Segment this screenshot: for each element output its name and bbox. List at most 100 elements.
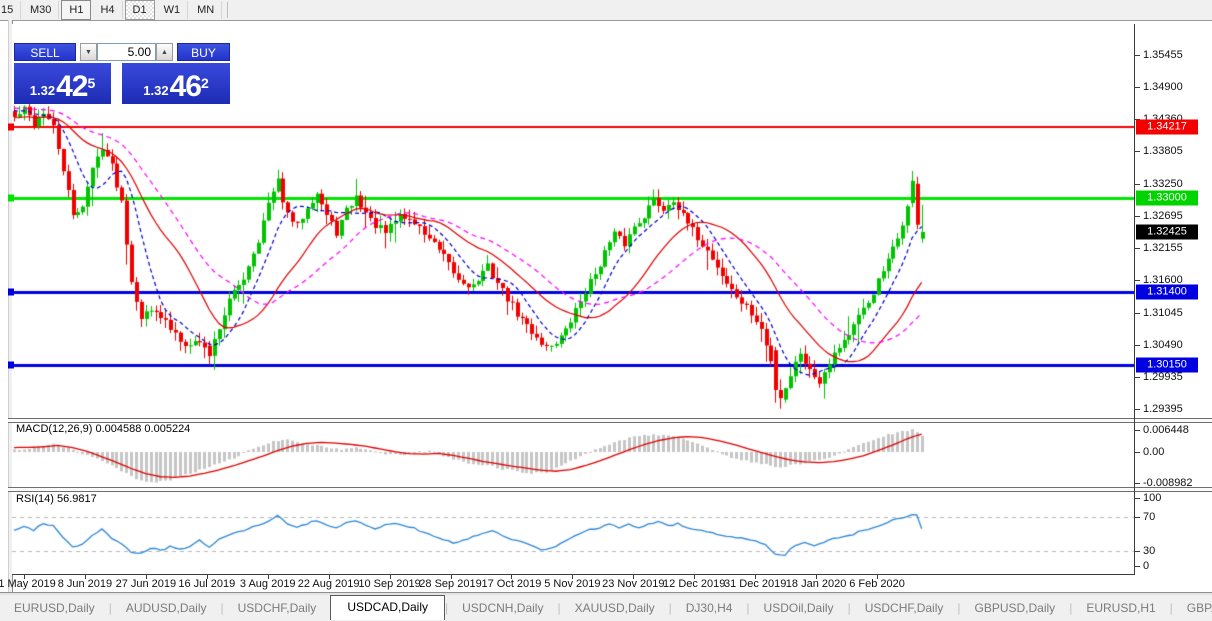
price-axis-tick xyxy=(1135,377,1140,378)
timeframe-button-mn[interactable]: MN xyxy=(190,1,222,19)
volume-decrease-icon[interactable]: ▼ xyxy=(80,43,97,61)
volume-increase-icon[interactable]: ▲ xyxy=(156,43,173,61)
sell-button[interactable]: SELL xyxy=(14,43,76,61)
price-axis-tick xyxy=(1135,151,1140,152)
time-axis-date: 23 Nov 2019 xyxy=(602,578,664,590)
macd-axis-tick xyxy=(1135,483,1140,484)
tab-eurusd-h1[interactable]: EURUSD,H1 xyxy=(1072,597,1169,619)
time-axis-date: 21 May 2019 xyxy=(0,578,56,590)
timeframe-toolbar: 15M30H1H4D1W1MN xyxy=(0,0,1212,21)
price-axis-tick xyxy=(1135,184,1140,185)
price-axis-tick xyxy=(1135,345,1140,346)
timeframe-button-m30[interactable]: M30 xyxy=(23,1,59,19)
price-axis-tick xyxy=(1135,216,1140,217)
time-axis-date: 12 Dec 2019 xyxy=(663,578,725,590)
buy-price-main: 46 xyxy=(170,73,201,101)
rsi-axis-value: 100 xyxy=(1143,492,1161,504)
price-flag: 1.30150 xyxy=(1136,357,1198,372)
volume-input[interactable]: 5.00 xyxy=(97,43,156,61)
sell-price-main: 42 xyxy=(56,73,87,101)
one-click-trade-panel: SELL ▼ 5.00 ▲ BUY 1.32425 1.32462 xyxy=(14,43,230,104)
tab-usdoil-daily[interactable]: USDOil,Daily xyxy=(750,597,848,619)
rsi-axis-tick xyxy=(1135,498,1140,499)
sell-price-prefix: 1.32 xyxy=(30,81,55,101)
price-axis-value: 1.35455 xyxy=(1143,49,1183,61)
price-axis-value: 1.32695 xyxy=(1143,210,1183,222)
price-axis-tick xyxy=(1135,55,1140,56)
sell-price-pip: 5 xyxy=(87,65,95,101)
timeframe-button-h4[interactable]: H4 xyxy=(93,1,122,19)
rsi-axis-tick xyxy=(1135,517,1140,518)
price-axis-tick xyxy=(1135,409,1140,410)
buy-price-prefix: 1.32 xyxy=(143,81,168,101)
price-axis-value: 1.29935 xyxy=(1143,371,1183,383)
hline-handle[interactable] xyxy=(8,195,14,202)
buy-price-pip: 2 xyxy=(201,65,209,101)
time-axis-date: 10 Sep 2019 xyxy=(358,578,420,590)
tab-usdcad-daily[interactable]: USDCAD,Daily xyxy=(330,595,445,620)
price-axis-value: 1.33805 xyxy=(1143,145,1183,157)
time-axis-date: 27 Jun 2019 xyxy=(116,578,177,590)
price-axis-tick xyxy=(1135,248,1140,249)
time-axis-date: 6 Feb 2020 xyxy=(849,578,905,590)
tab-eurusd-daily[interactable]: EURUSD,Daily xyxy=(0,597,109,619)
tab-usdchf-daily[interactable]: USDCHF,Daily xyxy=(224,597,331,619)
tab-gbpaud-h1[interactable]: GBPAUD,H1 xyxy=(1173,597,1212,619)
price-axis-border xyxy=(1134,24,1135,575)
macd-indicator-label: MACD(12,26,9) 0.004588 0.005224 xyxy=(16,423,190,435)
time-axis-date: 28 Sep 2019 xyxy=(419,578,481,590)
macd-axis-value: 0.00 xyxy=(1143,446,1164,458)
timeframe-button-w1[interactable]: W1 xyxy=(157,1,189,19)
tab-xauusd-daily[interactable]: XAUUSD,Daily xyxy=(561,597,669,619)
price-axis-value: 1.31045 xyxy=(1143,307,1183,319)
price-flag: 1.32425 xyxy=(1136,224,1198,239)
price-axis-value: 1.30490 xyxy=(1143,339,1183,351)
timeframe-button-h1[interactable]: H1 xyxy=(61,0,91,20)
buy-button[interactable]: BUY xyxy=(177,43,230,61)
macd-axis-value: -0.008982 xyxy=(1143,477,1193,489)
time-axis-date: 18 Jan 2020 xyxy=(786,578,847,590)
time-axis-date: 16 Jul 2019 xyxy=(178,578,235,590)
rsi-axis-value: 70 xyxy=(1143,511,1155,523)
rsi-axis-value: 0 xyxy=(1143,560,1149,572)
chart-tab-bar: EURUSD,Daily|AUDUSD,Daily|USDCHF,DailyUS… xyxy=(0,595,1212,621)
price-axis-tick xyxy=(1135,87,1140,88)
rsi-axis-tick xyxy=(1135,551,1140,552)
rsi-axis-tick xyxy=(1135,566,1140,567)
time-axis-date: 31 Dec 2019 xyxy=(724,578,786,590)
price-flag: 1.34217 xyxy=(1136,120,1198,135)
tab-gbpusd-daily[interactable]: GBPUSD,Daily xyxy=(961,597,1070,619)
timeframe-button-d1[interactable]: D1 xyxy=(125,0,155,20)
rsi-pane-canvas[interactable] xyxy=(12,490,1134,575)
hline-handle[interactable] xyxy=(8,288,14,295)
price-axis-value: 1.32155 xyxy=(1143,242,1183,254)
time-axis-border xyxy=(12,574,1135,575)
price-axis-tick xyxy=(1135,280,1140,281)
macd-axis-value: 0.006448 xyxy=(1143,424,1189,436)
price-flag: 1.31400 xyxy=(1136,284,1198,299)
sell-price-button[interactable]: 1.32425 xyxy=(14,63,111,104)
buy-price-button[interactable]: 1.32462 xyxy=(122,63,230,104)
hline-handle[interactable] xyxy=(8,124,14,131)
macd-axis-tick xyxy=(1135,430,1140,431)
timeframe-button-15[interactable]: 15 xyxy=(1,1,21,19)
tab-audusd-daily[interactable]: AUDUSD,Daily xyxy=(112,597,221,619)
rsi-indicator-label: RSI(14) 56.9817 xyxy=(16,493,97,505)
time-axis-date: 3 Aug 2019 xyxy=(240,578,296,590)
time-axis-date: 22 Aug 2019 xyxy=(298,578,360,590)
hline-handle[interactable] xyxy=(8,361,14,368)
rsi-pane-splitter[interactable] xyxy=(8,487,1212,492)
price-axis-value: 1.29395 xyxy=(1143,403,1183,415)
macd-current-values: 0.004588 0.005224 xyxy=(95,423,190,435)
time-axis-date: 17 Oct 2019 xyxy=(481,578,541,590)
tab-dj30-h4[interactable]: DJ30,H4 xyxy=(672,597,747,619)
rsi-current-value: 56.9817 xyxy=(57,493,97,505)
price-axis-tick xyxy=(1135,313,1140,314)
price-axis-value: 1.33250 xyxy=(1143,178,1183,190)
time-axis-date: 5 Nov 2019 xyxy=(544,578,600,590)
tab-usdchf-daily[interactable]: USDCHF,Daily xyxy=(851,597,958,619)
tab-usdcnh-daily[interactable]: USDCNH,Daily xyxy=(448,597,557,619)
trading-terminal: 15M30H1H4D1W1MN ▲USDCAD,Daily 1.32588 1.… xyxy=(0,0,1212,621)
volume-stepper: ▼ 5.00 ▲ xyxy=(80,43,173,61)
time-axis-date: 8 Jun 2019 xyxy=(58,578,112,590)
